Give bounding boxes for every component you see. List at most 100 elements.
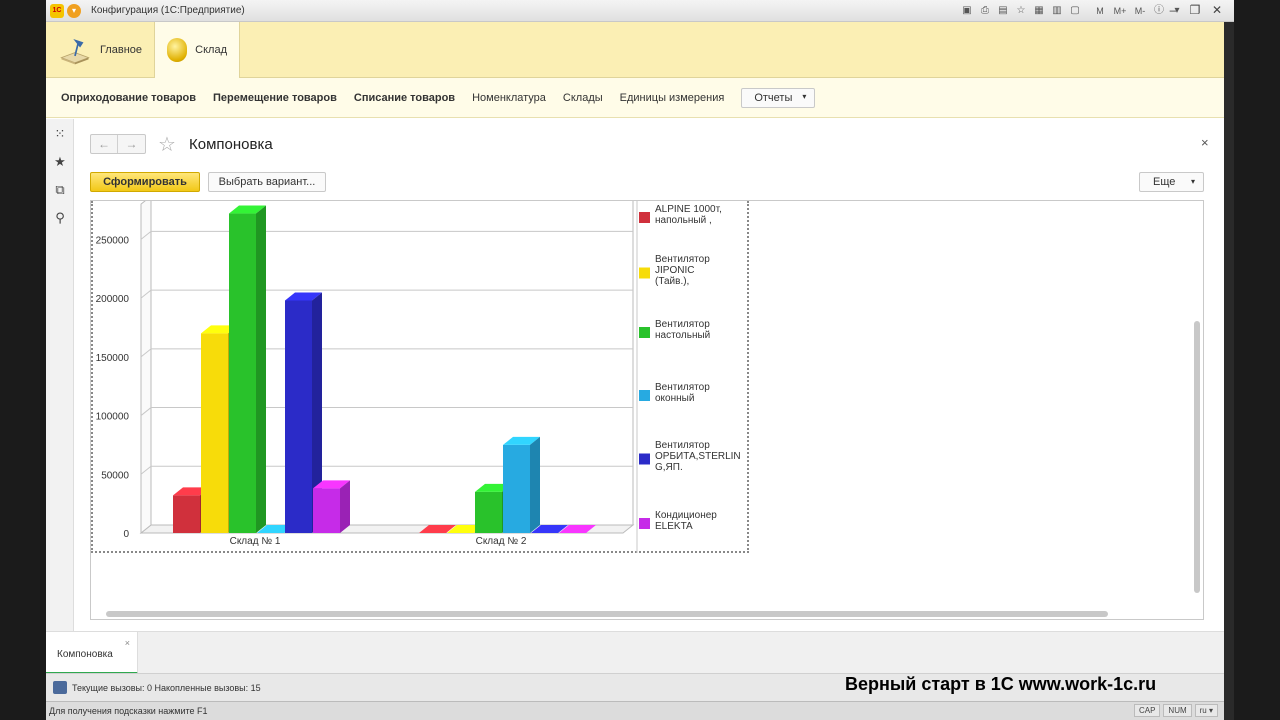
section-main[interactable]: Главное: [46, 22, 154, 77]
bar-front: [229, 213, 256, 533]
form-title: Компоновка: [189, 136, 273, 153]
star-icon[interactable]: ☆: [1013, 3, 1029, 19]
restore-button[interactable]: ❐: [1186, 2, 1204, 18]
bar-front: [173, 495, 200, 533]
preview-icon[interactable]: ▤: [995, 3, 1011, 19]
close-button[interactable]: ✕: [1208, 2, 1226, 18]
chart-frame: 0 50000 100000 150000 200000 250000 Склад № 1 С…: [91, 201, 749, 553]
legend-label: G,ЯП.: [655, 462, 683, 473]
legend-label: напольный ,: [655, 215, 712, 226]
more-button[interactable]: Еще ▾: [1139, 172, 1204, 192]
section-sklad[interactable]: Склад: [154, 22, 240, 78]
close-tab-icon[interactable]: ×: [125, 638, 130, 648]
window-controls: – ❐ ✕: [1164, 2, 1226, 18]
open-window-tab[interactable]: Компоновка ×: [46, 632, 138, 674]
keyboard-indicators: CAP NUM ru ▾: [1133, 704, 1218, 717]
legend-label: JIPONIC: [655, 265, 694, 276]
cmd-receipt-goods[interactable]: Оприходование товаров: [61, 92, 196, 104]
bar-front: [201, 333, 228, 533]
horizontal-scrollbar[interactable]: [106, 611, 1108, 617]
coin-icon: [167, 38, 188, 62]
nav-buttons: ← →: [90, 134, 146, 154]
memory-plus-button[interactable]: M+: [1111, 3, 1129, 19]
y-tick-label: 0: [123, 529, 129, 540]
open-window-label: Компоновка: [57, 649, 113, 660]
legend-label: ALPINE 1000т,: [655, 204, 722, 215]
hint-text: Для получения подсказки нажмите F1: [49, 706, 208, 716]
chevron-down-icon: ▾: [1190, 177, 1195, 186]
print-icon[interactable]: ⎙: [977, 3, 993, 19]
report-form: ← → ☆ Компоновка × Сформировать Выбрать …: [75, 119, 1224, 631]
legend-swatch: [639, 390, 650, 401]
watermark: Верный старт в 1С www.work-1c.ru: [845, 674, 1157, 694]
status-bar: Текущие вызовы: 0 Накопленные вызовы: 15…: [46, 673, 1224, 701]
legend-label: Вентилятор: [655, 440, 710, 451]
num-indicator: NUM: [1163, 704, 1192, 717]
cmd-nomenclature[interactable]: Номенклатура: [472, 92, 546, 104]
legend-swatch: [639, 267, 650, 279]
legend-swatch: [639, 518, 650, 529]
memory-button[interactable]: M: [1091, 3, 1109, 19]
desk-lamp-icon: [60, 38, 90, 64]
y-tick-label: 100000: [96, 412, 130, 423]
command-bar: Оприходование товаров Перемещение товаро…: [46, 78, 1224, 118]
left-tool-panel: ⁙ ★ ⧉ ⚲: [46, 119, 74, 631]
reports-dropdown[interactable]: Отчеты ▾: [741, 87, 816, 108]
section-panel: Главное Склад: [46, 22, 1224, 78]
select-variant-button[interactable]: Выбрать вариант...: [208, 172, 326, 192]
y-tick-label: 150000: [96, 353, 130, 364]
language-indicator[interactable]: ru ▾: [1194, 704, 1218, 717]
history-icon[interactable]: ⧉: [52, 182, 68, 198]
grid-menu-icon[interactable]: ⁙: [52, 126, 68, 142]
server-calls-icon[interactable]: [53, 681, 67, 694]
legend-label: Вентилятор: [655, 319, 710, 330]
calc-icon[interactable]: ▦: [1031, 3, 1047, 19]
chart-side-wall: [140, 201, 152, 535]
save-icon[interactable]: ▣: [959, 3, 975, 19]
cmd-move-goods[interactable]: Перемещение товаров: [213, 92, 337, 104]
bar-chart: 0 50000 100000 150000 200000 250000 Склад № 1 С…: [96, 201, 741, 553]
category-label: Склад № 2: [476, 536, 527, 547]
y-tick-label: 50000: [101, 470, 129, 481]
form-close-button[interactable]: ×: [1201, 135, 1209, 150]
reports-label: Отчеты: [754, 91, 793, 104]
doc-icon[interactable]: ▢: [1067, 3, 1083, 19]
bar-front: [475, 491, 502, 533]
favorite-star-icon[interactable]: ☆: [158, 132, 176, 157]
bar-side: [530, 436, 540, 533]
back-button[interactable]: ←: [91, 135, 119, 153]
forward-button[interactable]: →: [118, 135, 145, 153]
cmd-units[interactable]: Единицы измерения: [620, 92, 725, 104]
vertical-scrollbar[interactable]: [1194, 321, 1200, 593]
main-menu-icon[interactable]: ▾: [67, 4, 81, 18]
category-label: Склад № 1: [230, 536, 281, 547]
more-label: Еще: [1153, 176, 1176, 188]
generate-button[interactable]: Сформировать: [90, 172, 200, 192]
calendar-icon[interactable]: ▥: [1049, 3, 1065, 19]
section-sklad-label: Склад: [195, 44, 227, 56]
y-tick-label: 200000: [96, 294, 130, 305]
legend-label: ELEKTA: [655, 521, 693, 532]
favorites-star-icon[interactable]: ★: [52, 154, 68, 170]
legend-label: оконный: [655, 393, 694, 404]
hint-bar: Для получения подсказки нажмите F1 CAP N…: [46, 701, 1234, 720]
report-area: 0 50000 100000 150000 200000 250000 Склад № 1 С…: [90, 200, 1204, 620]
cmd-writeoff-goods[interactable]: Списание товаров: [354, 92, 455, 104]
toolbar-icons: ▣ ⎙ ▤ ☆ ▦ ▥ ▢: [959, 3, 1083, 19]
title-bar: 1С ▾ Конфигурация (1С:Предприятие) ▣ ⎙ ▤…: [46, 0, 1234, 22]
section-main-label: Главное: [99, 43, 142, 56]
app-window: 1С ▾ Конфигурация (1С:Предприятие) ▣ ⎙ ▤…: [46, 0, 1234, 720]
app-logo-icon: 1С: [50, 4, 64, 18]
memory-minus-button[interactable]: M-: [1131, 3, 1149, 19]
cmd-warehouses[interactable]: Склады: [563, 92, 603, 104]
chevron-down-icon: ▾: [802, 91, 807, 101]
legend-label: Вентилятор: [655, 382, 710, 393]
search-icon[interactable]: ⚲: [52, 210, 68, 226]
window-title: Конфигурация (1С:Предприятие): [91, 5, 245, 16]
minimize-button[interactable]: –: [1164, 2, 1182, 18]
bar-front: [285, 300, 312, 533]
legend-label: (Тайв.),: [655, 276, 689, 287]
calls-counter: Текущие вызовы: 0 Накопленные вызовы: 15: [72, 683, 261, 693]
caps-indicator: CAP: [1133, 704, 1161, 717]
open-windows-bar: Компоновка ×: [46, 631, 1224, 674]
